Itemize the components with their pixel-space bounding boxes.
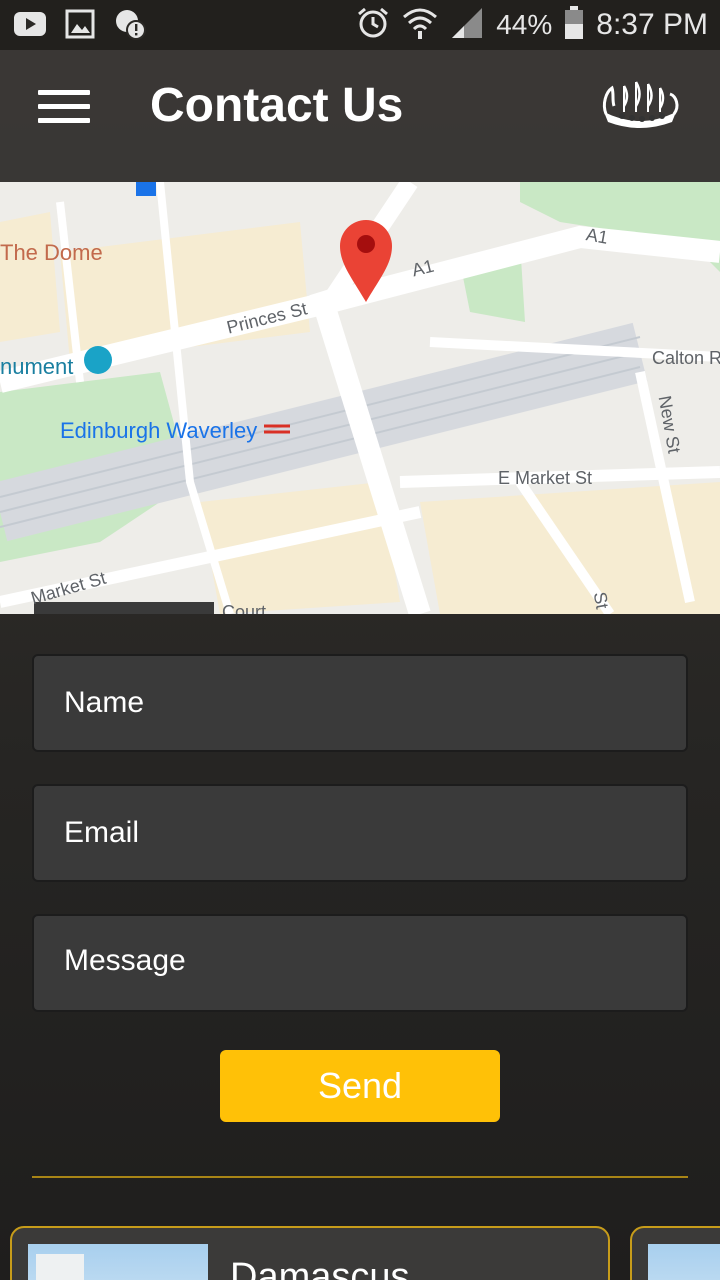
- contact-form: [32, 654, 688, 1044]
- email-field-container: [32, 784, 688, 882]
- send-button[interactable]: Send: [220, 1050, 500, 1122]
- app-bar: Contact Us: [0, 50, 720, 182]
- notification-icons: [12, 8, 148, 40]
- name-input[interactable]: [34, 656, 686, 750]
- map-label-edinburgh-waverley: Edinburgh Waverley: [60, 418, 258, 443]
- battery-icon: [564, 5, 584, 45]
- map-label-st: St: [589, 590, 613, 611]
- alert-icon: [112, 8, 148, 40]
- location-card[interactable]: Damascus: [10, 1226, 610, 1280]
- email-input[interactable]: [34, 786, 686, 880]
- map-label-dome: The Dome: [0, 240, 103, 265]
- system-status: 44% 8:37 PM: [356, 5, 708, 45]
- name-field-container: [32, 654, 688, 752]
- hamburger-menu-icon[interactable]: [38, 90, 90, 128]
- message-input[interactable]: [34, 916, 686, 1010]
- message-field-container: [32, 914, 688, 1012]
- map-label-e-market-st: E Market St: [498, 468, 593, 488]
- contact-us-screen: 44% 8:37 PM Contact Us The Dome Princes …: [0, 0, 720, 1280]
- map-label-monument: nument: [0, 354, 74, 379]
- map-label-court: Court: [222, 602, 267, 614]
- location-map[interactable]: The Dome Princes St A1 A1 Calton Ro nume…: [0, 182, 720, 614]
- gallery-icon: [62, 8, 98, 40]
- map-label-calton-road: Calton Ro: [652, 348, 720, 368]
- status-bar: 44% 8:37 PM: [0, 0, 720, 50]
- map-graphic: [0, 182, 720, 614]
- page-title: Contact Us: [150, 79, 404, 132]
- location-title: Damascus: [230, 1256, 410, 1280]
- alarm-icon: [356, 6, 390, 45]
- clock: 8:37 PM: [596, 8, 708, 41]
- wifi-icon: [402, 6, 438, 45]
- battery-percentage: 44%: [496, 9, 553, 40]
- location-photo: [28, 1244, 208, 1280]
- signal-icon: [450, 6, 484, 45]
- section-divider: [32, 1176, 688, 1178]
- location-card[interactable]: [630, 1226, 720, 1280]
- location-photo: [648, 1244, 720, 1280]
- youtube-icon: [12, 8, 48, 40]
- viking-ship-logo[interactable]: [600, 78, 680, 134]
- map-label-a1-east: A1: [584, 224, 610, 248]
